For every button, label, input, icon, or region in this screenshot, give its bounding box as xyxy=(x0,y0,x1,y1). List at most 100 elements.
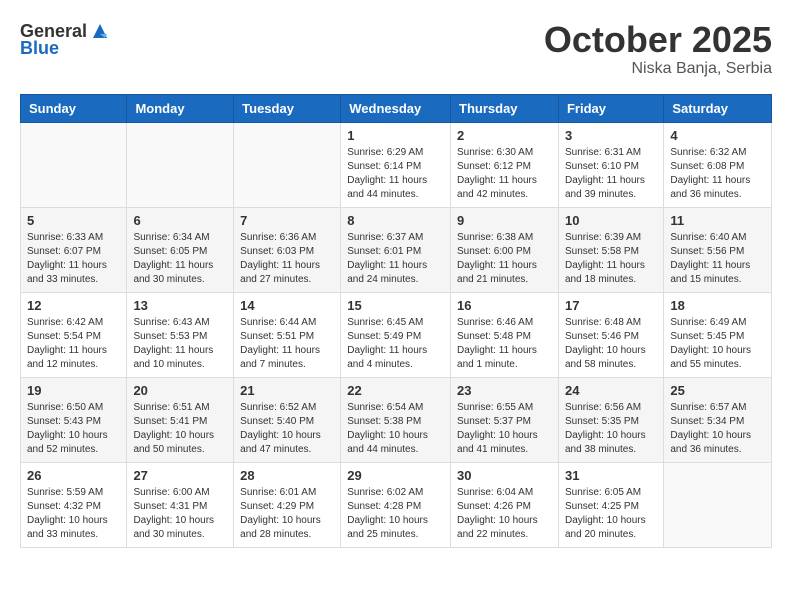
header-friday: Friday xyxy=(558,94,663,122)
calendar-cell: 20Sunrise: 6:51 AMSunset: 5:41 PMDayligh… xyxy=(127,377,234,462)
day-number: 26 xyxy=(27,468,120,483)
header-monday: Monday xyxy=(127,94,234,122)
calendar-week-row: 12 Sunrise: 6:42 AMSunset: 5:54 PMDayligh… xyxy=(21,292,772,377)
day-number: 12 xyxy=(27,298,120,313)
logo-icon xyxy=(89,20,111,42)
header-sunday: Sunday xyxy=(21,94,127,122)
header-saturday: Saturday xyxy=(664,94,772,122)
day-number: 7 xyxy=(240,213,334,228)
day-number: 21 xyxy=(240,383,334,398)
day-info: Sunrise: 6:50 AMSunset: 5:43 PMDaylight:… xyxy=(27,401,120,457)
day-number: 27 xyxy=(133,468,227,483)
day-number: 13 xyxy=(133,298,227,313)
calendar-cell: 23Sunrise: 6:55 AMSunset: 5:37 PMDayligh… xyxy=(451,377,559,462)
calendar-cell: 1 Sunrise: 6:29 AMSunset: 6:14 PMDaylight… xyxy=(341,122,451,207)
calendar-cell: 22Sunrise: 6:54 AMSunset: 5:38 PMDayligh… xyxy=(341,377,451,462)
day-number: 3 xyxy=(565,128,657,143)
calendar-cell: 13 Sunrise: 6:43 AMSunset: 5:53 PMDayligh… xyxy=(127,292,234,377)
calendar-cell: 27 Sunrise: 6:00 AMSunset: 4:31 PMDayligh… xyxy=(127,462,234,547)
logo-text-blue: Blue xyxy=(20,38,59,59)
day-number: 6 xyxy=(133,213,227,228)
calendar-cell: 21 Sunrise: 6:52 AMSunset: 5:40 PMDayligh… xyxy=(234,377,341,462)
calendar-cell: 12 Sunrise: 6:42 AMSunset: 5:54 PMDayligh… xyxy=(21,292,127,377)
day-number: 20 xyxy=(133,383,227,398)
day-number: 14 xyxy=(240,298,334,313)
day-info: Sunrise: 6:39 AMSunset: 5:58 PMDaylight:… xyxy=(565,231,657,287)
day-info: Sunrise: 6:42 AMSunset: 5:54 PMDaylight:… xyxy=(27,316,120,372)
day-info: Sunrise: 6:31 AMSunset: 6:10 PMDaylight:… xyxy=(565,146,657,202)
day-info: Sunrise: 6:57 AMSunset: 5:34 PMDaylight:… xyxy=(670,401,765,457)
calendar-cell xyxy=(234,122,341,207)
calendar-cell: 15 Sunrise: 6:45 AMSunset: 5:49 PMDayligh… xyxy=(341,292,451,377)
header-wednesday: Wednesday xyxy=(341,94,451,122)
day-info: Sunrise: 6:29 AMSunset: 6:14 PMDaylight:… xyxy=(347,146,444,202)
header-thursday: Thursday xyxy=(451,94,559,122)
day-number: 18 xyxy=(670,298,765,313)
calendar-cell: 19 Sunrise: 6:50 AMSunset: 5:43 PMDayligh… xyxy=(21,377,127,462)
calendar-cell xyxy=(127,122,234,207)
day-number: 15 xyxy=(347,298,444,313)
month-title: October 2025 xyxy=(544,20,772,60)
day-number: 19 xyxy=(27,383,120,398)
day-number: 11 xyxy=(670,213,765,228)
day-number: 1 xyxy=(347,128,444,143)
day-number: 22 xyxy=(347,383,444,398)
day-info: Sunrise: 6:30 AMSunset: 6:12 PMDaylight:… xyxy=(457,146,552,202)
calendar-cell: 25 Sunrise: 6:57 AMSunset: 5:34 PMDayligh… xyxy=(664,377,772,462)
calendar-cell: 4 Sunrise: 6:32 AMSunset: 6:08 PMDaylight… xyxy=(664,122,772,207)
day-info: Sunrise: 6:48 AMSunset: 5:46 PMDaylight:… xyxy=(565,316,657,372)
day-info: Sunrise: 6:32 AMSunset: 6:08 PMDaylight:… xyxy=(670,146,765,202)
day-number: 24 xyxy=(565,383,657,398)
day-number: 16 xyxy=(457,298,552,313)
calendar-week-row: 19 Sunrise: 6:50 AMSunset: 5:43 PMDayligh… xyxy=(21,377,772,462)
day-number: 4 xyxy=(670,128,765,143)
day-info: Sunrise: 6:33 AMSunset: 6:07 PMDaylight:… xyxy=(27,231,120,287)
calendar-cell: 31 Sunrise: 6:05 AMSunset: 4:25 PMDayligh… xyxy=(558,462,663,547)
day-info: Sunrise: 6:37 AMSunset: 6:01 PMDaylight:… xyxy=(347,231,444,287)
day-number: 28 xyxy=(240,468,334,483)
logo: General Blue xyxy=(20,20,111,59)
day-info: Sunrise: 6:52 AMSunset: 5:40 PMDaylight:… xyxy=(240,401,334,457)
day-info: Sunrise: 6:43 AMSunset: 5:53 PMDaylight:… xyxy=(133,316,227,372)
calendar-cell: 7 Sunrise: 6:36 AMSunset: 6:03 PMDaylight… xyxy=(234,207,341,292)
day-number: 23 xyxy=(457,383,552,398)
day-info: Sunrise: 6:38 AMSunset: 6:00 PMDaylight:… xyxy=(457,231,552,287)
calendar-cell: 30Sunrise: 6:04 AMSunset: 4:26 PMDayligh… xyxy=(451,462,559,547)
calendar-cell: 8Sunrise: 6:37 AMSunset: 6:01 PMDaylight… xyxy=(341,207,451,292)
calendar-cell: 10Sunrise: 6:39 AMSunset: 5:58 PMDayligh… xyxy=(558,207,663,292)
day-info: Sunrise: 6:34 AMSunset: 6:05 PMDaylight:… xyxy=(133,231,227,287)
calendar-cell: 2 Sunrise: 6:30 AMSunset: 6:12 PMDaylight… xyxy=(451,122,559,207)
day-number: 9 xyxy=(457,213,552,228)
day-info: Sunrise: 6:00 AMSunset: 4:31 PMDaylight:… xyxy=(133,486,227,542)
day-info: Sunrise: 6:36 AMSunset: 6:03 PMDaylight:… xyxy=(240,231,334,287)
calendar-cell xyxy=(21,122,127,207)
day-info: Sunrise: 5:59 AMSunset: 4:32 PMDaylight:… xyxy=(27,486,120,542)
day-info: Sunrise: 6:49 AMSunset: 5:45 PMDaylight:… xyxy=(670,316,765,372)
calendar-cell: 6 Sunrise: 6:34 AMSunset: 6:05 PMDaylight… xyxy=(127,207,234,292)
weekday-header-row: Sunday Monday Tuesday Wednesday Thursday… xyxy=(21,94,772,122)
title-block: October 2025 Niska Banja, Serbia xyxy=(544,20,772,78)
day-info: Sunrise: 6:02 AMSunset: 4:28 PMDaylight:… xyxy=(347,486,444,542)
calendar-week-row: 1 Sunrise: 6:29 AMSunset: 6:14 PMDaylight… xyxy=(21,122,772,207)
day-info: Sunrise: 6:44 AMSunset: 5:51 PMDaylight:… xyxy=(240,316,334,372)
calendar-cell: 17Sunrise: 6:48 AMSunset: 5:46 PMDayligh… xyxy=(558,292,663,377)
calendar-week-row: 26 Sunrise: 5:59 AMSunset: 4:32 PMDayligh… xyxy=(21,462,772,547)
day-info: Sunrise: 6:45 AMSunset: 5:49 PMDaylight:… xyxy=(347,316,444,372)
day-info: Sunrise: 6:05 AMSunset: 4:25 PMDaylight:… xyxy=(565,486,657,542)
calendar-cell: 5Sunrise: 6:33 AMSunset: 6:07 PMDaylight… xyxy=(21,207,127,292)
calendar-cell: 29Sunrise: 6:02 AMSunset: 4:28 PMDayligh… xyxy=(341,462,451,547)
day-number: 2 xyxy=(457,128,552,143)
day-info: Sunrise: 6:56 AMSunset: 5:35 PMDaylight:… xyxy=(565,401,657,457)
day-info: Sunrise: 6:46 AMSunset: 5:48 PMDaylight:… xyxy=(457,316,552,372)
day-info: Sunrise: 6:01 AMSunset: 4:29 PMDaylight:… xyxy=(240,486,334,542)
calendar-cell: 26 Sunrise: 5:59 AMSunset: 4:32 PMDayligh… xyxy=(21,462,127,547)
calendar-cell: 14 Sunrise: 6:44 AMSunset: 5:51 PMDayligh… xyxy=(234,292,341,377)
calendar-cell: 24 Sunrise: 6:56 AMSunset: 5:35 PMDayligh… xyxy=(558,377,663,462)
day-number: 25 xyxy=(670,383,765,398)
calendar-cell: 9 Sunrise: 6:38 AMSunset: 6:00 PMDaylight… xyxy=(451,207,559,292)
day-number: 30 xyxy=(457,468,552,483)
calendar-cell: 16 Sunrise: 6:46 AMSunset: 5:48 PMDayligh… xyxy=(451,292,559,377)
location-subtitle: Niska Banja, Serbia xyxy=(544,60,772,78)
day-info: Sunrise: 6:40 AMSunset: 5:56 PMDaylight:… xyxy=(670,231,765,287)
day-number: 31 xyxy=(565,468,657,483)
